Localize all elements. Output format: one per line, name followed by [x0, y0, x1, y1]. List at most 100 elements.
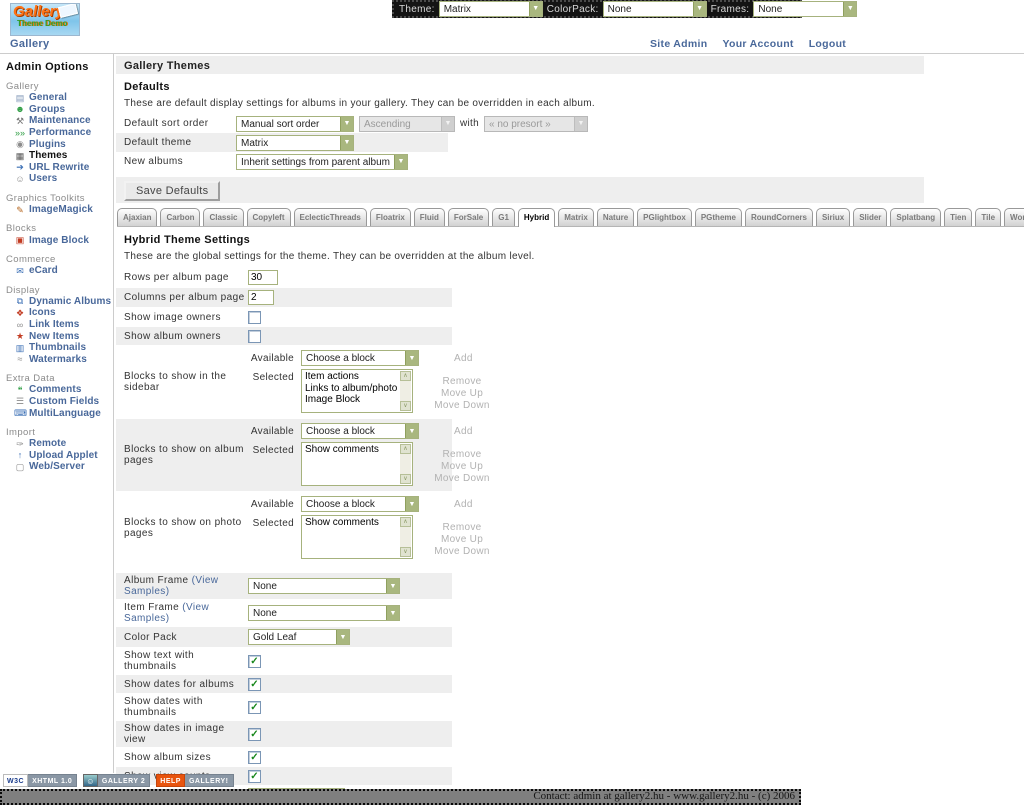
blocks-to-show-on-photo-pages-selected-listbox[interactable]: Show comments∧∨	[301, 515, 413, 559]
sidebar-item-web-server[interactable]: ▢Web/Server	[0, 461, 113, 473]
sidebar-item-maintenance[interactable]: ⚒Maintenance	[0, 115, 113, 127]
sidebar-item-new-items[interactable]: ★New Items	[0, 330, 113, 342]
blocks-to-show-on-album-pages-selected-listbox-scrollbar[interactable]: ∧∨	[400, 444, 411, 484]
tab-tien[interactable]: Tien	[944, 208, 972, 226]
sidebar-item-dynamic-albums[interactable]: ⧉Dynamic Albums	[0, 296, 113, 308]
tab-siriux[interactable]: Siriux	[816, 208, 850, 226]
album-frame-select[interactable]: None▼	[248, 578, 400, 594]
blocks-to-show-in-the-sidebar-selected-listbox[interactable]: Item actionsLinks to album/photo peersIm…	[301, 369, 413, 413]
tab-nature[interactable]: Nature	[597, 208, 634, 226]
sidebar-item-multilanguage[interactable]: ⌨MultiLanguage	[0, 407, 113, 419]
sidebar-item-custom-fields[interactable]: ☰Custom Fields	[0, 396, 113, 408]
blocks-to-show-in-the-sidebar-selected-listbox-scrollbar[interactable]: ∧∨	[400, 371, 411, 411]
show-text-with-thumbnails-checkbox[interactable]: ✓	[248, 655, 261, 668]
blocks-to-show-on-album-pages-selected-listbox[interactable]: Show comments∧∨	[301, 442, 413, 486]
tab-g1[interactable]: G1	[492, 208, 515, 226]
sidebar-item-ecard[interactable]: ✉eCard	[0, 265, 113, 277]
blocks-to-show-in-the-sidebar-move-down-link[interactable]: Move Down	[434, 400, 490, 411]
blocks-to-show-in-the-sidebar-add-link[interactable]: Add	[454, 350, 473, 364]
default-sort-order-select[interactable]: Manual sort order▼	[236, 116, 354, 132]
new-albums-select[interactable]: Inherit settings from parent album▼	[236, 154, 408, 170]
blocks-to-show-on-photo-pages-move-down-link[interactable]: Move Down	[434, 546, 490, 557]
blocks-to-show-in-the-sidebar-available-select[interactable]: Choose a block▼	[301, 350, 419, 366]
tab-hybrid[interactable]: Hybrid	[518, 208, 555, 227]
tab-copyleft[interactable]: Copyleft	[247, 208, 291, 226]
sidebar-item-remote[interactable]: ✑Remote	[0, 438, 113, 450]
sidebar-item-themes[interactable]: ▦Themes	[0, 150, 113, 162]
columns-per-album-page-input[interactable]	[248, 290, 274, 305]
logout-link[interactable]: Logout	[809, 38, 846, 50]
sidebar-item-watermarks[interactable]: ≈Watermarks	[0, 354, 113, 366]
color-pack-select[interactable]: Gold Leaf▼	[248, 629, 350, 645]
blocks-to-show-in-the-sidebar-selected-listbox-item[interactable]: Image Block	[305, 394, 398, 406]
sidebar-item-thumbnails[interactable]: ▥Thumbnails	[0, 342, 113, 354]
tab-pgtheme[interactable]: PGtheme	[695, 208, 742, 226]
w3c-xhtml-badge[interactable]: W3CXHTML 1.0	[3, 774, 77, 787]
tab-roundcorners[interactable]: RoundCorners	[745, 208, 813, 226]
scroll-up-icon[interactable]: ∧	[400, 444, 411, 454]
show-dates-in-image-view-checkbox[interactable]: ✓	[248, 728, 261, 741]
blocks-to-show-on-photo-pages-selected-listbox-scrollbar[interactable]: ∧∨	[400, 517, 411, 557]
sidebar-item-image-block[interactable]: ▣Image Block	[0, 234, 113, 246]
sidebar-item-icons[interactable]: ❖Icons	[0, 307, 113, 319]
sidebar-item-url-rewrite[interactable]: ➔URL Rewrite	[0, 162, 113, 174]
view-samples-link[interactable]: (View Samples)	[124, 575, 218, 597]
show-dates-with-thumbnails-checkbox[interactable]: ✓	[248, 701, 261, 714]
show-album-owners-checkbox[interactable]	[248, 330, 261, 343]
view-samples-link[interactable]: (View Samples)	[124, 602, 209, 624]
blocks-to-show-on-photo-pages-selected-listbox-item[interactable]: Show comments	[305, 517, 398, 529]
sidebar-item-comments[interactable]: ❝Comments	[0, 384, 113, 396]
sidebar-item-plugins[interactable]: ◉Plugins	[0, 138, 113, 150]
blocks-to-show-on-photo-pages-remove-link[interactable]: Remove	[442, 522, 481, 533]
tab-carbon[interactable]: Carbon	[160, 208, 200, 226]
breadcrumb-gallery-link[interactable]: Gallery	[10, 38, 49, 50]
blocks-to-show-in-the-sidebar-move-up-link[interactable]: Move Up	[441, 388, 483, 399]
blocks-to-show-on-album-pages-move-up-link[interactable]: Move Up	[441, 461, 483, 472]
scroll-down-icon[interactable]: ∨	[400, 474, 411, 484]
show-image-owners-checkbox[interactable]	[248, 311, 261, 324]
blocks-to-show-in-the-sidebar-selected-listbox-item[interactable]: Item actions	[305, 371, 398, 383]
your-account-link[interactable]: Your Account	[722, 38, 793, 50]
blocks-to-show-on-album-pages-move-down-link[interactable]: Move Down	[434, 473, 490, 484]
sidebar-item-imagemagick[interactable]: ✎ImageMagick	[0, 204, 113, 216]
tab-floatrix[interactable]: Floatrix	[370, 208, 411, 226]
blocks-to-show-on-album-pages-available-select[interactable]: Choose a block▼	[301, 423, 419, 439]
gallery2-badge[interactable]: ☺GALLERY 2	[83, 774, 150, 787]
blocks-to-show-on-photo-pages-add-link[interactable]: Add	[454, 496, 473, 510]
sidebar-item-users[interactable]: ☺Users	[0, 173, 113, 185]
blocks-to-show-on-album-pages-remove-link[interactable]: Remove	[442, 449, 481, 460]
tab-eclecticthreads[interactable]: EclecticThreads	[294, 208, 367, 226]
blocks-to-show-on-photo-pages-available-select[interactable]: Choose a block▼	[301, 496, 419, 512]
scroll-up-icon[interactable]: ∧	[400, 517, 411, 527]
scroll-down-icon[interactable]: ∨	[400, 401, 411, 411]
blocks-to-show-in-the-sidebar-remove-link[interactable]: Remove	[442, 376, 481, 387]
site-admin-link[interactable]: Site Admin	[650, 38, 707, 50]
tab-classic[interactable]: Classic	[203, 208, 243, 226]
blocks-to-show-on-album-pages-selected-listbox-item[interactable]: Show comments	[305, 444, 398, 456]
sidebar-item-link-items[interactable]: ∞Link Items	[0, 319, 113, 331]
tab-wordpressembedded[interactable]: WordpressEmbedded	[1004, 208, 1024, 226]
tab-ajaxian[interactable]: Ajaxian	[117, 208, 157, 226]
tab-forsale[interactable]: ForSale	[448, 208, 489, 226]
sidebar-item-performance[interactable]: »»Performance	[0, 127, 113, 139]
tab-tile[interactable]: Tile	[975, 208, 1001, 226]
blocks-to-show-in-the-sidebar-selected-listbox-item[interactable]: Links to album/photo peers	[305, 383, 398, 395]
save-defaults-button[interactable]: Save Defaults	[124, 181, 220, 201]
scroll-down-icon[interactable]: ∨	[400, 547, 411, 557]
show-album-sizes-checkbox[interactable]: ✓	[248, 751, 261, 764]
tab-matrix[interactable]: Matrix	[558, 208, 594, 226]
show-dates-for-albums-checkbox[interactable]: ✓	[248, 678, 261, 691]
tab-slider[interactable]: Slider	[853, 208, 887, 226]
sidebar-item-upload-applet[interactable]: ↑Upload Applet	[0, 449, 113, 461]
tab-splatbang[interactable]: Splatbang	[890, 208, 941, 226]
tab-fluid[interactable]: Fluid	[414, 208, 445, 226]
help-gallery-badge[interactable]: HELPGALLERY!	[156, 774, 233, 787]
rows-per-album-page-input[interactable]	[248, 270, 278, 285]
tab-pglightbox[interactable]: PGlightbox	[637, 208, 692, 226]
scroll-up-icon[interactable]: ∧	[400, 371, 411, 381]
default-theme-select[interactable]: Matrix▼	[236, 135, 354, 151]
show-view-counts-checkbox[interactable]: ✓	[248, 770, 261, 783]
sidebar-item-general[interactable]: ▤General	[0, 92, 113, 104]
sidebar-item-groups[interactable]: ☻Groups	[0, 104, 113, 116]
blocks-to-show-on-photo-pages-move-up-link[interactable]: Move Up	[441, 534, 483, 545]
